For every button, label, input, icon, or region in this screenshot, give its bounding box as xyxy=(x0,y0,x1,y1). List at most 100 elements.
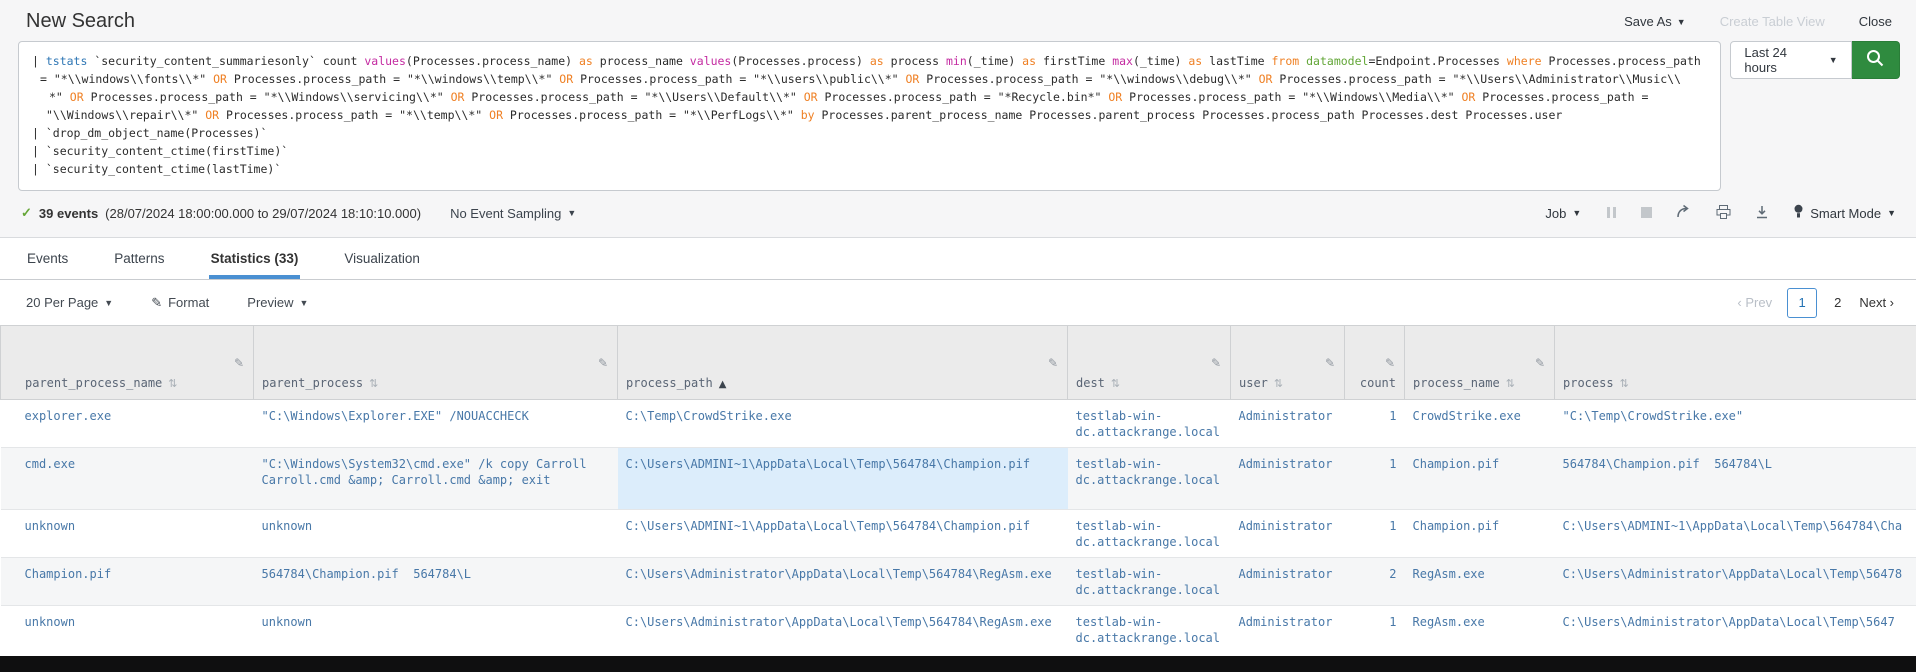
chevron-down-icon: ▼ xyxy=(1677,17,1686,27)
chevron-down-icon: ▼ xyxy=(1887,208,1896,218)
chevron-down-icon: ▼ xyxy=(567,208,576,218)
cell-process-name[interactable]: RegAsm.exe xyxy=(1405,558,1555,606)
cell-process-path[interactable]: C:\Temp\CrowdStrike.exe xyxy=(618,400,1068,448)
cell-user[interactable]: Administrator xyxy=(1231,510,1345,558)
table-controls: 20 Per Page ▼ ✎ Format Preview ▼ ‹ Prev … xyxy=(0,280,1916,325)
preview-dropdown[interactable]: Preview ▼ xyxy=(247,295,308,310)
per-page-dropdown[interactable]: 20 Per Page ▼ xyxy=(26,295,113,310)
cell-process[interactable]: C:\Users\Administrator\AppData\Local\Tem… xyxy=(1555,606,1916,654)
lightbulb-icon xyxy=(1793,204,1804,222)
tab-events[interactable]: Events xyxy=(25,238,70,279)
time-range-picker[interactable]: Last 24 hours ▼ xyxy=(1730,41,1851,79)
cell-dest[interactable]: testlab-win-dc.attackrange.local xyxy=(1068,400,1231,448)
cell-user[interactable]: Administrator xyxy=(1231,400,1345,448)
cell-user[interactable]: Administrator xyxy=(1231,448,1345,510)
print-button[interactable] xyxy=(1716,205,1731,222)
cell-dest[interactable]: testlab-win-dc.attackrange.local xyxy=(1068,558,1231,606)
search-button[interactable] xyxy=(1852,41,1900,79)
column-header-process[interactable]: process⇅ xyxy=(1555,326,1916,400)
cell-parent-process[interactable]: 564784\Champion.pif 564784\L xyxy=(254,558,618,606)
search-query-input[interactable]: | tstats `security_content_summariesonly… xyxy=(18,41,1721,191)
cell-process-name[interactable]: Champion.pif xyxy=(1405,448,1555,510)
stop-job-button[interactable] xyxy=(1641,206,1652,221)
event-count: 39 events xyxy=(39,206,98,221)
edit-column-pencil-icon[interactable]: ✎ xyxy=(1325,356,1335,370)
cell-process-path[interactable]: C:\Users\ADMINI~1\AppData\Local\Temp\564… xyxy=(618,510,1068,558)
edit-column-pencil-icon[interactable]: ✎ xyxy=(1211,356,1221,370)
cell-dest[interactable]: testlab-win-dc.attackrange.local xyxy=(1068,448,1231,510)
cell-count[interactable]: 1 xyxy=(1345,448,1405,510)
cell-parent-process-name[interactable]: Champion.pif xyxy=(1,558,254,606)
query-line-6: | `security_content_ctime(firstTime)` xyxy=(32,142,1712,160)
edit-column-pencil-icon[interactable]: ✎ xyxy=(598,356,608,370)
column-header-dest[interactable]: ✎dest⇅ xyxy=(1068,326,1231,400)
column-label: parent_process_name xyxy=(25,376,162,390)
column-header-process-path[interactable]: ✎process_path▲ xyxy=(618,326,1068,400)
column-header-count[interactable]: ✎count xyxy=(1345,326,1405,400)
cell-process-path[interactable]: C:\Users\Administrator\AppData\Local\Tem… xyxy=(618,606,1068,654)
tab-visualization[interactable]: Visualization xyxy=(342,238,422,279)
edit-column-pencil-icon[interactable]: ✎ xyxy=(1535,356,1545,370)
cell-count[interactable]: 1 xyxy=(1345,400,1405,448)
cell-process-path[interactable]: C:\Users\Administrator\AppData\Local\Tem… xyxy=(618,558,1068,606)
cell-process[interactable]: C:\Users\ADMINI~1\AppData\Local\Temp\564… xyxy=(1555,510,1916,558)
bottom-bar xyxy=(0,656,1916,672)
close-button[interactable]: Close xyxy=(1859,14,1892,29)
create-table-view-button[interactable]: Create Table View xyxy=(1720,14,1825,29)
cell-dest[interactable]: testlab-win-dc.attackrange.local xyxy=(1068,510,1231,558)
cell-parent-process[interactable]: unknown xyxy=(254,606,618,654)
column-header-process-name[interactable]: ✎process_name⇅ xyxy=(1405,326,1555,400)
save-as-label: Save As xyxy=(1624,14,1672,29)
job-menu-label: Job xyxy=(1545,206,1566,221)
edit-column-pencil-icon[interactable]: ✎ xyxy=(234,356,244,370)
cell-parent-process[interactable]: "C:\Windows\System32\cmd.exe" /k copy Ca… xyxy=(254,448,618,510)
cell-process[interactable]: 564784\Champion.pif 564784\L xyxy=(1555,448,1916,510)
cell-user[interactable]: Administrator xyxy=(1231,606,1345,654)
chevron-down-icon: ▼ xyxy=(104,298,113,308)
page-button-1-current[interactable]: 1 xyxy=(1787,288,1817,318)
cell-process-name[interactable]: Champion.pif xyxy=(1405,510,1555,558)
job-done-check-icon: ✓ xyxy=(21,205,32,221)
save-as-button[interactable]: Save As ▼ xyxy=(1624,14,1686,29)
cell-count[interactable]: 1 xyxy=(1345,510,1405,558)
cell-process-name[interactable]: CrowdStrike.exe xyxy=(1405,400,1555,448)
job-status-bar: ✓ 39 events (28/07/2024 18:00:00.000 to … xyxy=(0,191,1916,235)
cell-process-path[interactable]: C:\Users\ADMINI~1\AppData\Local\Temp\564… xyxy=(618,448,1068,510)
cell-user[interactable]: Administrator xyxy=(1231,558,1345,606)
tab-patterns[interactable]: Patterns xyxy=(112,238,166,279)
cell-parent-process-name[interactable]: cmd.exe xyxy=(1,448,254,510)
job-menu-button[interactable]: Job ▼ xyxy=(1545,206,1581,221)
cell-process[interactable]: "C:\Temp\CrowdStrike.exe" xyxy=(1555,400,1916,448)
column-header-user[interactable]: ✎user⇅ xyxy=(1231,326,1345,400)
preview-label: Preview xyxy=(247,295,293,310)
cell-parent-process-name[interactable]: unknown xyxy=(1,510,254,558)
format-button[interactable]: ✎ Format xyxy=(151,295,209,311)
cell-count[interactable]: 1 xyxy=(1345,606,1405,654)
event-sampling-dropdown[interactable]: No Event Sampling ▼ xyxy=(450,206,576,221)
prev-page-button[interactable]: ‹ Prev xyxy=(1737,295,1772,310)
search-mode-selector[interactable]: Smart Mode ▼ xyxy=(1793,204,1896,222)
cell-parent-process-name[interactable]: explorer.exe xyxy=(1,400,254,448)
page-button-2[interactable]: 2 xyxy=(1831,295,1844,310)
next-page-button[interactable]: Next › xyxy=(1859,295,1894,310)
edit-column-pencil-icon[interactable]: ✎ xyxy=(1048,356,1058,370)
cell-dest[interactable]: testlab-win-dc.attackrange.local xyxy=(1068,606,1231,654)
statistics-table: ✎parent_process_name⇅✎parent_process⇅✎pr… xyxy=(0,325,1916,653)
query-line-1: | tstats `security_content_summariesonly… xyxy=(32,52,1712,70)
cell-process-name[interactable]: RegAsm.exe xyxy=(1405,606,1555,654)
cell-process[interactable]: C:\Users\Administrator\AppData\Local\Tem… xyxy=(1555,558,1916,606)
export-button[interactable] xyxy=(1755,205,1769,222)
cell-parent-process[interactable]: unknown xyxy=(254,510,618,558)
column-header-parent-process-name[interactable]: ✎ parent_process_name ⇅ xyxy=(1,326,254,400)
share-job-button[interactable] xyxy=(1676,204,1692,222)
table-row: explorer.exe"C:\Windows\Explorer.EXE" /N… xyxy=(1,400,1916,448)
column-header-parent-process[interactable]: ✎parent_process⇅ xyxy=(254,326,618,400)
cell-count[interactable]: 2 xyxy=(1345,558,1405,606)
sort-both-icon: ⇅ xyxy=(168,377,177,390)
cell-parent-process-name[interactable]: unknown xyxy=(1,606,254,654)
tab-statistics-33[interactable]: Statistics (33) xyxy=(209,238,301,279)
search-mode-label: Smart Mode xyxy=(1810,206,1881,221)
pause-job-button[interactable] xyxy=(1605,206,1617,221)
cell-parent-process[interactable]: "C:\Windows\Explorer.EXE" /NOUACCHECK xyxy=(254,400,618,448)
edit-column-pencil-icon[interactable]: ✎ xyxy=(1385,356,1395,370)
